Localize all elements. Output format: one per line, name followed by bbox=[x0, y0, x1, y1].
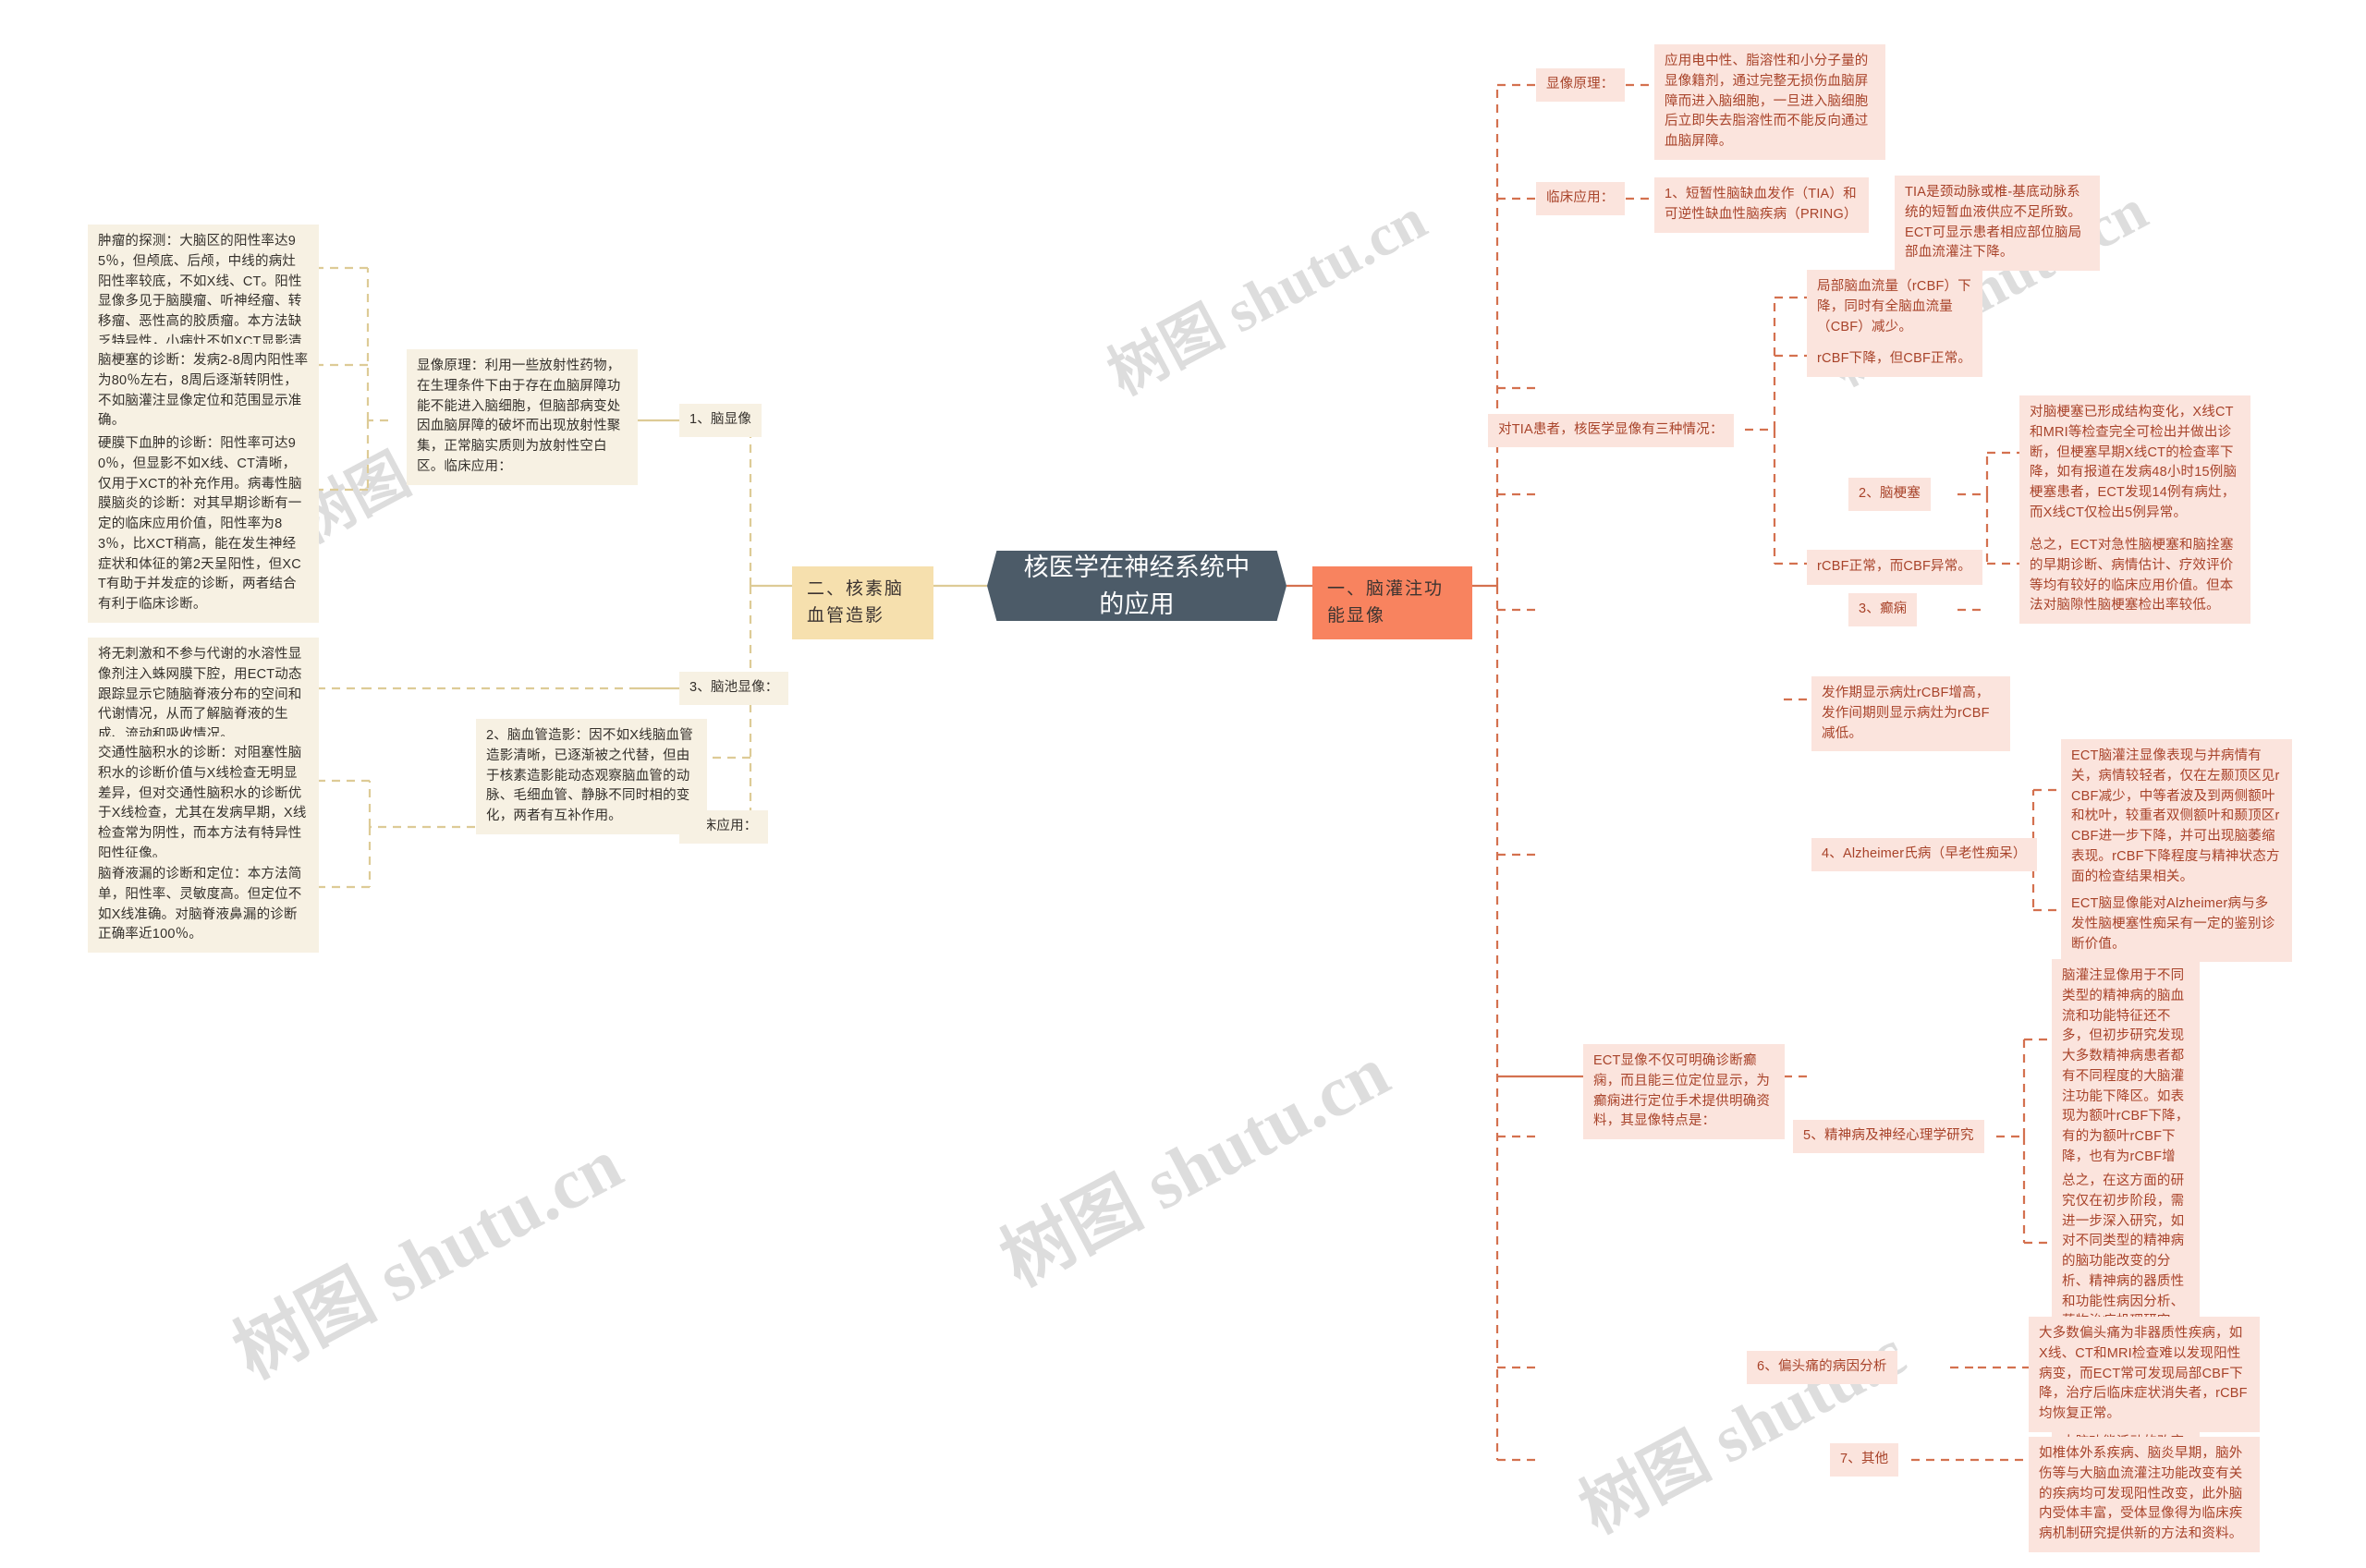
right-item-alzheimer-note-2-text: ECT脑显像能对Alzheimer病与多发性脑梗塞性痴呆有一定的鉴别诊断价值。 bbox=[2071, 896, 2275, 952]
left-detail-csf-tracer-text: 将无刺激和不参与代谢的水溶性显像剂注入蛛网膜下腔，用ECT动态跟踪显示它随脑脊液… bbox=[98, 647, 302, 742]
right-item-cerebral-infarction-note-1[interactable]: 对脑梗塞已形成结构变化，X线CT和MRI等检查完全可检出并做出诊断，但梗塞早期X… bbox=[2019, 395, 2250, 531]
right-node-tia-three-situations-label: 对TIA患者，核医学显像有三种情况： bbox=[1498, 422, 1724, 437]
right-item-others-note[interactable]: 如椎体外系疾病、脑炎早期，脑外伤等与大脑血流灌注功能改变有关的疾病均可发现阳性改… bbox=[2029, 1437, 2260, 1552]
branch-label-right: 一、脑灌注功能显像 bbox=[1327, 579, 1445, 626]
right-item-epilepsy[interactable]: 3、癫痫 bbox=[1848, 593, 1918, 626]
right-item-others-label: 7、其他 bbox=[1840, 1452, 1889, 1466]
right-node-clinical-application-label-text: 临床应用： bbox=[1546, 190, 1615, 205]
right-item-epilepsy-intro[interactable]: ECT显像不仅可明确诊断癫痫，而且能三位定位显示，为癫痫进行定位手术提供明确资料… bbox=[1583, 1044, 1785, 1139]
right-item-alzheimer[interactable]: 4、Alzheimer氏病（早老性痴呆） bbox=[1811, 838, 2037, 871]
watermark-5: 树图 shutu.cn bbox=[988, 1030, 1402, 1302]
right-item-alzheimer-note-1[interactable]: ECT脑灌注显像表现与并病情有关，病情较轻者，仅在左颞顶区见rCBF减少，中等者… bbox=[2061, 739, 2292, 895]
right-node-imaging-principle-label-text: 显像原理： bbox=[1546, 77, 1615, 91]
right-tia-sub-2-text: rCBF下降，但CBF正常。 bbox=[1817, 351, 1972, 366]
right-item-tia-label: 1、短暂性脑缺血发作（TIA）和可逆性缺血性脑疾病（PRING） bbox=[1665, 187, 1858, 222]
left-detail-subdural-hematoma[interactable]: 硬膜下血肿的诊断：阳性率可达90％，但显影不如X线、CT清晰，仅用于XCT的补充… bbox=[88, 427, 319, 623]
right-item-cerebral-infarction-label: 2、脑梗塞 bbox=[1859, 486, 1921, 501]
right-item-alzheimer-label: 4、Alzheimer氏病（早老性痴呆） bbox=[1822, 846, 2027, 861]
left-node-imaging-principle-text: 显像原理：利用一些放射性药物，在生理条件下由于存在血脑屏障功能不能进入脑细胞，但… bbox=[417, 359, 621, 474]
left-topic-cisternography-label: 3、脑池显像： bbox=[689, 680, 779, 695]
branch-node-nuclide-cerebral-angiography[interactable]: 二、核素脑血管造影 bbox=[792, 566, 933, 639]
right-node-tia-three-situations[interactable]: 对TIA患者，核医学显像有三种情况： bbox=[1488, 414, 1734, 447]
right-node-imaging-principle-text[interactable]: 应用电中性、脂溶性和小分子量的显像籍剂，通过完整无损伤血脑屏障而进入脑细胞，一旦… bbox=[1654, 44, 1885, 160]
right-item-migraine[interactable]: 6、偏头痛的病因分析 bbox=[1747, 1351, 1897, 1384]
left-node-imaging-principle[interactable]: 显像原理：利用一些放射性药物，在生理条件下由于存在血脑屏障功能不能进入脑细胞，但… bbox=[407, 349, 638, 485]
right-item-alzheimer-note-2[interactable]: ECT脑显像能对Alzheimer病与多发性脑梗塞性痴呆有一定的鉴别诊断价值。 bbox=[2061, 887, 2292, 963]
root-node[interactable]: 核医学在神经系统中的应用 bbox=[987, 551, 1287, 621]
left-topic-brain-imaging[interactable]: 1、脑显像 bbox=[679, 404, 762, 437]
right-item-cerebral-infarction-note-2-text: 总之，ECT对急性脑梗塞和脑拴塞的早期诊断、病情估计、疗效评价等均有较好的临床应… bbox=[2030, 538, 2234, 614]
root-node-label: 核医学在神经系统中的应用 bbox=[1023, 553, 1250, 619]
right-item-tia-note-text: TIA是颈动脉或椎‐基底动脉系统的短暂血液供应不足所致。ECT可显示患者相应部位… bbox=[1905, 185, 2082, 261]
left-detail-csf-leak-text: 脑脊液漏的诊断和定位：本方法简单，阳性率、灵敏度高。但定位不如X线准确。对脑脊液… bbox=[98, 867, 302, 942]
left-detail-cerebral-infarction[interactable]: 脑梗塞的诊断：发病2‐8周内阳性率为80％左右，8周后逐渐转阴性，不如脑灌注显像… bbox=[88, 344, 319, 439]
right-item-tia[interactable]: 1、短暂性脑缺血发作（TIA）和可逆性缺血性脑疾病（PRING） bbox=[1654, 177, 1869, 233]
right-item-tia-note[interactable]: TIA是颈动脉或椎‐基底动脉系统的短暂血液供应不足所致。ECT可显示患者相应部位… bbox=[1895, 176, 2100, 271]
right-tia-sub-3-text: rCBF正常，而CBF异常。 bbox=[1817, 559, 1972, 574]
watermark-4: 树图 shutu.cn bbox=[221, 1123, 635, 1394]
right-tia-sub-1[interactable]: 局部脑血流量（rCBF）下降，同时有全脑血流量（CBF）减少。 bbox=[1807, 270, 1982, 346]
right-tia-sub-1-text: 局部脑血流量（rCBF）下降，同时有全脑血流量（CBF）减少。 bbox=[1817, 279, 1971, 334]
left-detail-csf-leak[interactable]: 脑脊液漏的诊断和定位：本方法简单，阳性率、灵敏度高。但定位不如X线准确。对脑脊液… bbox=[88, 857, 319, 953]
left-detail-subdural-hematoma-text: 硬膜下血肿的诊断：阳性率可达90％，但显影不如X线、CT清晰，仅用于XCT的补充… bbox=[98, 436, 302, 612]
right-item-epilepsy-note[interactable]: 发作期显示病灶rCBF增高，发作间期则显示病灶为rCBF减低。 bbox=[1811, 676, 2010, 752]
right-item-migraine-label: 6、偏头痛的病因分析 bbox=[1757, 1359, 1887, 1374]
right-item-cerebral-infarction-note-2[interactable]: 总之，ECT对急性脑梗塞和脑拴塞的早期诊断、病情估计、疗效评价等均有较好的临床应… bbox=[2019, 529, 2250, 624]
right-item-alzheimer-note-1-text: ECT脑灌注显像表现与并病情有关，病情较轻者，仅在左颞顶区见rCBF减少，中等者… bbox=[2071, 748, 2280, 884]
right-item-epilepsy-intro-text: ECT显像不仅可明确诊断癫痫，而且能三位定位显示，为癫痫进行定位手术提供明确资料… bbox=[1593, 1053, 1771, 1129]
left-node-cerebral-angiography[interactable]: 2、脑血管造影：因不如X线脑血管造影清晰，已逐渐被之代替，但由于核素造影能动态观… bbox=[476, 719, 707, 834]
right-item-psychiatry[interactable]: 5、精神病及神经心理学研究 bbox=[1793, 1120, 1984, 1153]
right-item-psychiatry-label: 5、精神病及神经心理学研究 bbox=[1803, 1128, 1974, 1143]
right-item-cerebral-infarction-note-1-text: 对脑梗塞已形成结构变化，X线CT和MRI等检查完全可检出并做出诊断，但梗塞早期X… bbox=[2030, 405, 2238, 520]
left-topic-brain-imaging-label: 1、脑显像 bbox=[689, 412, 752, 427]
left-node-cerebral-angiography-text: 2、脑血管造影：因不如X线脑血管造影清晰，已逐渐被之代替，但由于核素造影能动态观… bbox=[486, 728, 693, 823]
right-item-epilepsy-label: 3、癫痫 bbox=[1859, 602, 1908, 616]
right-tia-sub-2[interactable]: rCBF下降，但CBF正常。 bbox=[1807, 342, 1982, 377]
left-detail-cerebral-infarction-text: 脑梗塞的诊断：发病2‐8周内阳性率为80％左右，8周后逐渐转阴性，不如脑灌注显像… bbox=[98, 353, 309, 429]
right-item-cerebral-infarction[interactable]: 2、脑梗塞 bbox=[1848, 478, 1932, 511]
right-item-migraine-note[interactable]: 大多数偏头痛为非器质性疾病，如X线、CT和MRI检查难以发现阳性病变，而ECT常… bbox=[2029, 1317, 2260, 1432]
right-item-others-note-text: 如椎体外系疾病、脑炎早期，脑外伤等与大脑血流灌注功能改变有关的疾病均可发现阳性改… bbox=[2039, 1446, 2243, 1541]
left-detail-communicating-hydrocephalus[interactable]: 交通性脑积水的诊断：对阻塞性脑积水的诊断价值与X线检查无明显差异，但对交通性脑积… bbox=[88, 736, 319, 872]
right-item-epilepsy-note-text: 发作期显示病灶rCBF增高，发作间期则显示病灶为rCBF减低。 bbox=[1822, 686, 1990, 741]
watermark-6: 树图 shutu.c bbox=[1568, 1315, 1917, 1548]
right-tia-sub-3[interactable]: rCBF正常，而CBF异常。 bbox=[1807, 550, 1982, 585]
right-item-migraine-note-text: 大多数偏头痛为非器质性疾病，如X线、CT和MRI检查难以发现阳性病变，而ECT常… bbox=[2039, 1326, 2248, 1421]
right-node-clinical-application-label[interactable]: 临床应用： bbox=[1536, 182, 1625, 215]
branch-node-cerebral-perfusion-imaging[interactable]: 一、脑灌注功能显像 bbox=[1312, 566, 1472, 639]
left-detail-communicating-hydrocephalus-text: 交通性脑积水的诊断：对阻塞性脑积水的诊断价值与X线检查无明显差异，但对交通性脑积… bbox=[98, 746, 307, 861]
branch-label-left: 二、核素脑血管造影 bbox=[807, 579, 905, 626]
right-node-imaging-principle-content: 应用电中性、脂溶性和小分子量的显像籍剂，通过完整无损伤血脑屏障而进入脑细胞，一旦… bbox=[1665, 54, 1869, 149]
right-node-imaging-principle-label[interactable]: 显像原理： bbox=[1536, 68, 1625, 102]
right-item-others[interactable]: 7、其他 bbox=[1830, 1443, 1899, 1477]
watermark-2: 树图 shutu.cn bbox=[1097, 186, 1437, 407]
left-topic-cisternography[interactable]: 3、脑池显像： bbox=[679, 672, 789, 705]
